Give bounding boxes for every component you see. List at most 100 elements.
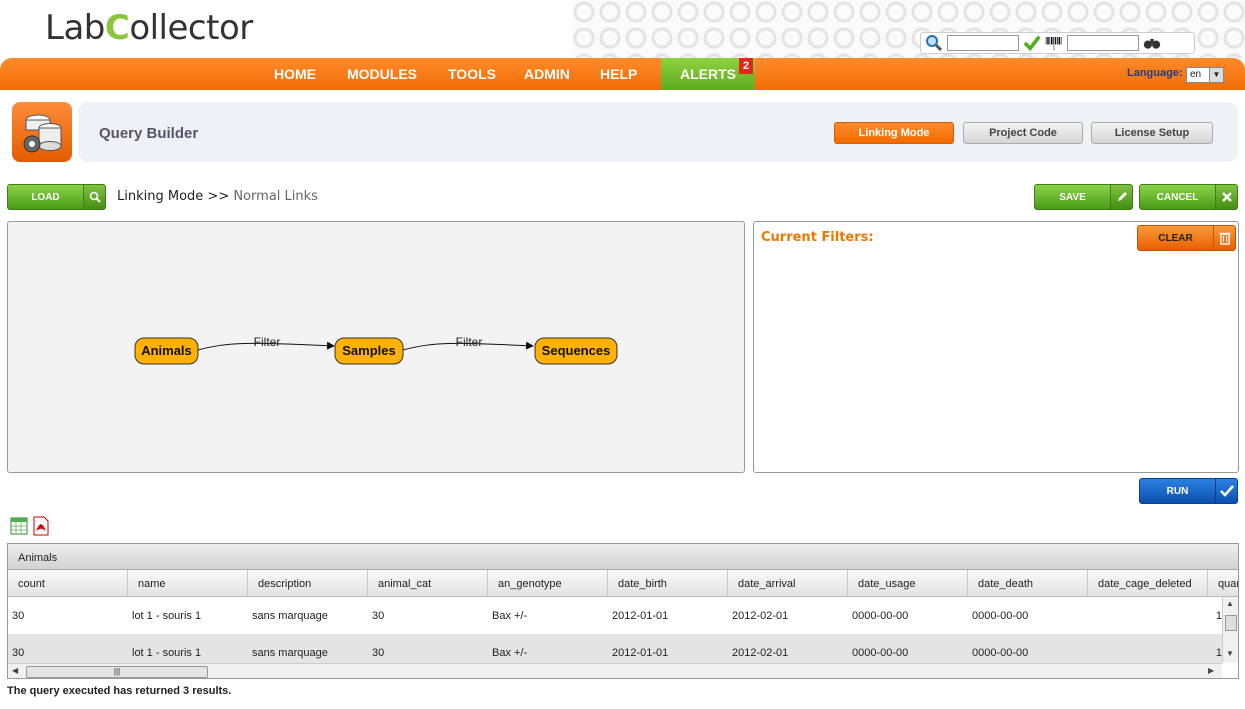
logo-text-prefix: Lab bbox=[45, 8, 105, 48]
table-row[interactable]: 30 lot 1 - souris 1 sans marquage 30 Bax… bbox=[8, 597, 1222, 634]
breadcrumb-separator: >> bbox=[207, 189, 230, 204]
clear-button-label: CLEAR bbox=[1158, 232, 1193, 244]
graph-node-label: Sequences bbox=[542, 343, 611, 358]
edge-label: Filter bbox=[254, 335, 281, 349]
graph-node-sequences[interactable]: Sequences bbox=[534, 337, 618, 365]
save-button-label: SAVE bbox=[1059, 191, 1086, 203]
excel-export-icon[interactable] bbox=[10, 516, 28, 536]
run-button-label: RUN bbox=[1166, 485, 1189, 497]
results-grid-caption: Animals bbox=[8, 544, 1238, 570]
table-cell bbox=[1088, 597, 1208, 634]
chevron-down-icon: ▼ bbox=[1209, 68, 1223, 82]
table-cell: 1 bbox=[1215, 610, 1222, 622]
search-icon bbox=[83, 185, 105, 209]
vertical-scrollbar[interactable]: ▲ ▼ bbox=[1222, 597, 1238, 663]
column-header[interactable]: date_birth bbox=[608, 570, 728, 596]
logo-text-c: C bbox=[104, 8, 130, 48]
alerts-label: ALERTS bbox=[680, 66, 736, 82]
load-button-label: LOAD bbox=[31, 191, 60, 203]
table-cell: lot 1 - souris 1 bbox=[132, 610, 202, 622]
labcollector-logo[interactable]: LabCollector bbox=[45, 8, 253, 52]
breadcrumb: Linking Mode >> Normal Links bbox=[117, 189, 318, 204]
run-button[interactable]: RUN bbox=[1139, 478, 1238, 504]
barcode-input[interactable] bbox=[1067, 35, 1139, 51]
graph-node-samples[interactable]: Samples bbox=[334, 337, 404, 365]
language-value: en bbox=[1190, 69, 1202, 80]
language-select[interactable]: en ▼ bbox=[1186, 67, 1224, 83]
save-button[interactable]: SAVE bbox=[1034, 184, 1133, 210]
cancel-button-label: CANCEL bbox=[1156, 191, 1199, 203]
column-header[interactable]: quar bbox=[1208, 570, 1238, 596]
table-cell: 30 bbox=[372, 610, 385, 622]
logo-text-suffix: ollector bbox=[129, 8, 253, 48]
magnifier-icon[interactable] bbox=[925, 34, 943, 52]
binoculars-icon[interactable] bbox=[1143, 34, 1161, 52]
link-graph-panel: Filter Filter Animals Samples Sequences bbox=[7, 221, 745, 473]
header-search-tools: 1 bbox=[920, 32, 1195, 54]
column-header[interactable]: date_cage_deleted bbox=[1088, 570, 1208, 596]
column-header[interactable]: date_death bbox=[968, 570, 1088, 596]
horizontal-scroll-thumb[interactable]: ||| bbox=[26, 666, 208, 678]
link-graph: Filter Filter Animals Samples Sequences bbox=[134, 335, 618, 365]
column-header[interactable]: an_genotype bbox=[488, 570, 608, 596]
barcode-digit: 1 bbox=[1053, 45, 1056, 51]
nav-item-tools[interactable]: TOOLS bbox=[448, 66, 496, 82]
clear-button[interactable]: CLEAR bbox=[1137, 225, 1236, 251]
table-cell: Bax +/- bbox=[492, 610, 528, 622]
pdf-export-icon[interactable] bbox=[32, 516, 50, 536]
main-nav: HOME MODULES TOOLS ADMIN HELP ALERTS 2 L… bbox=[0, 58, 1245, 90]
column-header[interactable]: description bbox=[248, 570, 368, 596]
horizontal-scrollbar[interactable]: ◀ ||| ▶ bbox=[8, 663, 1222, 678]
graph-node-animals[interactable]: Animals bbox=[134, 337, 199, 365]
graph-node-label: Samples bbox=[342, 343, 395, 358]
nav-item-admin[interactable]: ADMIN bbox=[524, 66, 570, 82]
vertical-scroll-thumb[interactable] bbox=[1225, 615, 1237, 631]
results-grid: Animals count name description animal_ca… bbox=[7, 543, 1239, 679]
nav-item-help[interactable]: HELP bbox=[600, 66, 637, 82]
load-button[interactable]: LOAD bbox=[7, 184, 106, 210]
tab-project-code[interactable]: Project Code bbox=[963, 122, 1083, 144]
scroll-down-icon[interactable]: ▼ bbox=[1226, 649, 1234, 658]
breadcrumb-mode: Linking Mode bbox=[117, 189, 204, 204]
alerts-count-badge: 2 bbox=[739, 58, 753, 74]
scroll-right-icon[interactable]: ▶ bbox=[1208, 666, 1214, 675]
close-icon bbox=[1215, 185, 1237, 209]
table-cell: 30 bbox=[12, 610, 25, 622]
checkmark-icon[interactable] bbox=[1023, 34, 1041, 52]
table-cell: sans marquage bbox=[252, 610, 328, 622]
cancel-button[interactable]: CANCEL bbox=[1139, 184, 1238, 210]
tab-linking-mode[interactable]: Linking Mode bbox=[834, 122, 954, 144]
scroll-left-icon[interactable]: ◀ bbox=[12, 666, 18, 675]
column-header[interactable]: name bbox=[128, 570, 248, 596]
column-header[interactable]: count bbox=[8, 570, 128, 596]
table-cell: 2012-01-01 bbox=[612, 610, 669, 622]
table-cell: 2012-02-01 bbox=[732, 610, 789, 622]
tab-license-setup[interactable]: License Setup bbox=[1091, 122, 1213, 144]
status-message: The query executed has returned 3 result… bbox=[7, 685, 232, 697]
breadcrumb-sub: Normal Links bbox=[233, 189, 318, 204]
table-cell: 0000-00-00 bbox=[972, 610, 1029, 622]
query-builder-module-icon bbox=[12, 102, 72, 162]
barcode-icon[interactable]: 1 bbox=[1045, 34, 1063, 52]
column-header[interactable]: animal_cat bbox=[368, 570, 488, 596]
module-banner: Query Builder Linking Mode Project Code … bbox=[78, 102, 1238, 162]
edge-label: Filter bbox=[456, 335, 483, 349]
column-header[interactable]: date_usage bbox=[848, 570, 968, 596]
quick-search-input[interactable] bbox=[947, 35, 1019, 51]
nav-item-modules[interactable]: MODULES bbox=[347, 66, 417, 82]
current-filters-panel: Current Filters: bbox=[753, 221, 1239, 473]
pencil-icon bbox=[1110, 185, 1132, 209]
header: LabCollector 1 bbox=[0, 0, 1245, 58]
language-label: Language: bbox=[1127, 67, 1183, 79]
nav-item-home[interactable]: HOME bbox=[274, 66, 316, 82]
graph-node-label: Animals bbox=[141, 343, 192, 358]
check-icon bbox=[1215, 479, 1237, 503]
page: LabCollector 1 HOME MODULES TOOLS ADMIN … bbox=[0, 0, 1245, 709]
current-filters-heading: Current Filters: bbox=[761, 230, 874, 245]
results-grid-header: count name description animal_cat an_gen… bbox=[8, 570, 1238, 597]
trash-icon bbox=[1213, 226, 1235, 250]
table-cell: 0000-00-00 bbox=[852, 610, 909, 622]
page-title: Query Builder bbox=[99, 125, 199, 142]
column-header[interactable]: date_arrival bbox=[728, 570, 848, 596]
scroll-up-icon[interactable]: ▲ bbox=[1226, 599, 1234, 608]
